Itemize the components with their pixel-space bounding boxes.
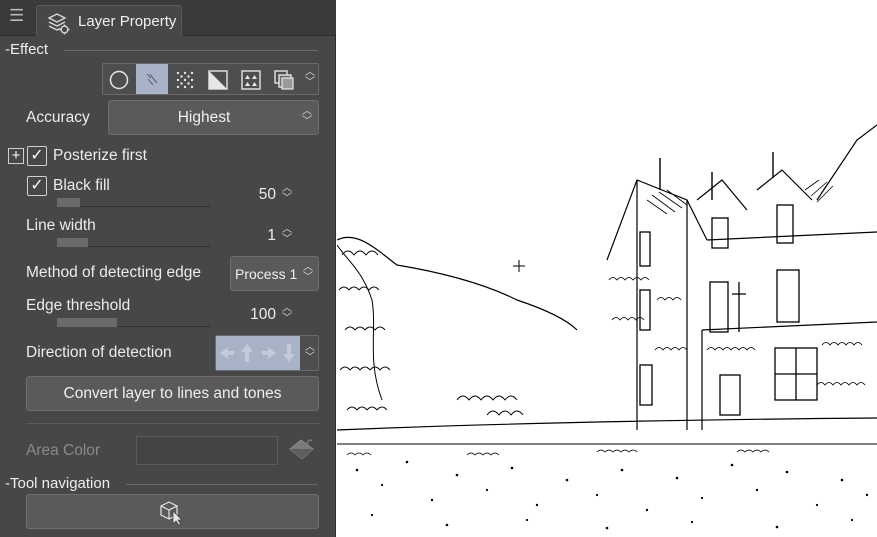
edge-threshold-spinner[interactable]: ︿ ﹀ [279,304,295,324]
chevron-down-icon[interactable]: ﹀ [279,194,295,204]
line-width-value[interactable]: 1 [230,227,276,245]
effect-spinner[interactable]: ︿ ﹀ [302,68,318,88]
extract-line-icon [146,73,158,86]
effect-divider [64,50,318,51]
tool-navigation-divider [126,484,318,485]
edge-method-select[interactable]: Process 1 ︿ ﹀ [230,256,319,291]
chevron-down-icon[interactable]: ﹀ [299,117,315,127]
line-width-label: Line width [26,217,96,234]
edge-threshold-label: Edge threshold [26,297,131,314]
posterize-checkbox[interactable]: ✓ [27,146,47,166]
black-fill-slider[interactable] [57,198,210,207]
effect-tone-button[interactable] [169,64,201,94]
effect-border-button[interactable] [103,64,135,94]
accuracy-select[interactable]: Highest ︿ ﹀ [108,100,319,135]
effect-selector: ︿ ﹀ [102,63,319,95]
tool-navigation-header: -Tool navigation [5,475,111,492]
3d-cursor-icon [158,499,188,530]
divider [26,423,319,424]
chevron-down-icon[interactable]: ﹀ [300,273,316,283]
expand-plus-icon[interactable]: + [8,148,24,164]
chevron-down-icon[interactable]: ﹀ [302,353,318,363]
hamburger-menu-icon[interactable]: ☰ [9,6,24,26]
direction-selector[interactable]: ︿ ﹀ [215,335,319,371]
chevron-down-icon[interactable]: ﹀ [279,314,295,324]
halftone-dots-icon [176,71,194,89]
effect-extract-line-button[interactable] [136,64,168,94]
direction-spinner[interactable]: ︿ ﹀ [302,343,318,363]
line-width-spinner[interactable]: ︿ ﹀ [279,225,295,245]
gradient-icon [208,70,228,90]
layer-stack-icon [274,70,294,90]
edge-method-label: Method of detecting edge [26,264,201,281]
effect-mask-color-button[interactable] [268,64,300,94]
accuracy-label: Accuracy [26,109,90,126]
direction-label: Direction of detection [26,344,172,361]
effect-layer-color-button[interactable] [202,64,234,94]
layer-property-panel: ☰ Layer Property -Effect ︿ ﹀ Accuracy Hi… [0,0,336,537]
slider-fill [57,238,88,247]
tool-navigation-button[interactable] [26,494,319,529]
effect-header: -Effect [5,41,49,58]
effect-tone-pattern-button[interactable] [235,64,267,94]
paint-bucket-icon [287,436,317,469]
area-color-swatch [136,436,278,465]
edge-threshold-value[interactable]: 100 [230,306,276,324]
crosshair-cursor-icon [513,260,525,272]
panel-tab-bar: ☰ Layer Property [0,0,336,36]
chevron-down-icon[interactable]: ﹀ [279,235,295,245]
direction-arrows-icon[interactable] [216,336,300,370]
circle-outline-icon [109,70,129,90]
line-width-slider[interactable] [57,238,210,247]
edge-threshold-slider[interactable] [57,318,210,327]
accuracy-value: Highest [177,109,231,126]
black-fill-label: Black fill [53,177,110,194]
tab-layer-property[interactable]: Layer Property [36,5,182,36]
edge-method-spinner[interactable]: ︿ ﹀ [300,263,316,283]
slider-fill [57,318,117,327]
edge-method-value: Process 1 [235,266,298,282]
black-fill-checkbox[interactable]: ✓ [27,176,47,196]
convert-layer-button[interactable]: Convert layer to lines and tones [26,376,319,411]
triangle-pattern-icon [241,70,261,90]
canvas-area[interactable] [336,0,877,537]
area-color-label: Area Color [26,442,101,459]
accuracy-spinner[interactable]: ︿ ﹀ [299,107,315,127]
black-fill-value[interactable]: 50 [230,186,276,204]
black-fill-spinner[interactable]: ︿ ﹀ [279,184,295,204]
chevron-down-icon[interactable]: ﹀ [302,78,318,88]
line-art-image [336,124,877,530]
slider-fill [57,198,80,207]
tab-title: Layer Property [78,13,177,30]
posterize-label: Posterize first [53,147,147,164]
layer-property-icon [45,10,71,41]
